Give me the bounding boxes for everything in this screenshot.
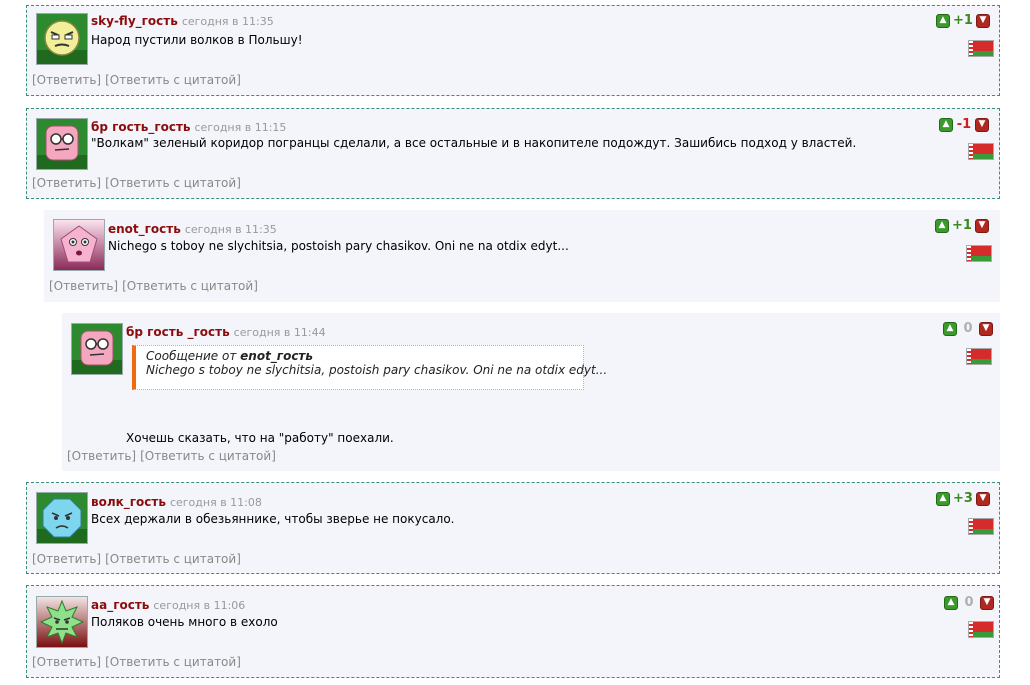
score: +1 [953,13,973,28]
comment: бр гость _гость сегодня в 11:44 Сообщение… [62,313,1000,471]
score: -1 [956,117,972,132]
belarus-flag-icon [968,143,994,160]
rating: ▲ 0 ▼ [943,321,993,336]
belarus-flag-icon [968,621,994,638]
author-name[interactable]: волк_гость [91,495,166,509]
rating: ▲ -1 ▼ [939,117,989,132]
comment: бр гость_гость сегодня в 11:15 "Волкам" з… [26,108,1000,199]
reply-quote-link[interactable]: [Ответить с цитатой] [140,449,276,463]
comment-text: Поляков очень много в ехоло [91,615,278,629]
comment: волк_гость сегодня в 11:08 Всех держали в… [26,482,1000,574]
reply-link[interactable]: [Ответить] [49,279,118,293]
reply-link[interactable]: [Ответить] [32,552,101,566]
avatar[interactable] [53,219,105,271]
score: +3 [953,491,973,506]
author-name[interactable]: sky-fly_гость [91,14,178,28]
belarus-flag-icon [968,518,994,535]
reply-quote-link[interactable]: [Ответить с цитатой] [105,552,241,566]
reply-link[interactable]: [Ответить] [32,73,101,87]
avatar[interactable] [36,118,88,170]
thumbs-up-icon[interactable]: ▲ [943,321,957,336]
comment: аа_гость сегодня в 11:06 Поляков очень мн… [26,585,1000,678]
thumbs-down-icon[interactable]: ▼ [979,321,993,336]
author-name[interactable]: enot_гость [108,222,181,236]
belarus-flag-icon [966,245,992,262]
timestamp: сегодня в 11:44 [233,326,326,339]
author-name[interactable]: бр гость _гость [126,325,230,339]
reply-quote-link[interactable]: [Ответить с цитатой] [105,176,241,190]
thumbs-down-icon[interactable]: ▼ [974,218,989,233]
timestamp: сегодня в 11:06 [153,599,246,612]
comment-text: Хочешь сказать, что на "работу" поехали. [126,431,394,445]
thumbs-down-icon[interactable]: ▼ [975,13,990,28]
score: 0 [963,321,973,336]
reply-link[interactable]: [Ответить] [67,449,136,463]
timestamp: сегодня в 11:35 [181,15,274,28]
thumbs-down-icon[interactable]: ▼ [975,117,989,132]
timestamp: сегодня в 11:35 [184,223,277,236]
rating: ▲ +1 ▼ [936,13,990,28]
avatar[interactable] [36,492,88,544]
belarus-flag-icon [968,40,994,57]
thumbs-down-icon[interactable]: ▼ [980,595,994,610]
comment-text: Народ пустили волков в Польшу! [91,33,303,47]
thumbs-up-icon[interactable]: ▲ [944,595,958,610]
thumbs-up-icon[interactable]: ▲ [936,491,950,506]
thumbs-up-icon[interactable]: ▲ [936,13,950,28]
avatar[interactable] [36,13,88,65]
rating: ▲ 0 ▼ [944,595,994,610]
comment-text: "Волкам" зеленый коридор погранцы сделал… [91,136,857,150]
quote-text: Nichego s toboy ne slychitsia, postoish … [146,363,608,377]
rating: ▲ +3 ▼ [936,491,990,506]
thumbs-up-icon[interactable]: ▲ [935,218,949,233]
quote-block: Сообщение от enot_гость Nichego s toboy … [132,345,608,390]
avatar[interactable] [36,596,88,648]
reply-link[interactable]: [Ответить] [32,655,101,669]
thumbs-up-icon[interactable]: ▲ [939,117,953,132]
comment: sky-fly_гость сегодня в 11:35 Народ пусти… [26,5,1000,96]
reply-quote-link[interactable]: [Ответить с цитатой] [122,279,258,293]
author-name[interactable]: аа_гость [91,598,149,612]
belarus-flag-icon [966,348,992,365]
comment: enot_гость сегодня в 11:35 Nichego s tobo… [44,210,1000,302]
comment-text: Всех держали в обезьяннике, чтобы зверье… [91,512,455,526]
timestamp: сегодня в 11:15 [194,121,287,134]
score: 0 [964,595,974,610]
rating: ▲ +1 ▼ [935,218,989,233]
thumbs-down-icon[interactable]: ▼ [975,491,990,506]
quote-prefix: Сообщение от [146,349,241,363]
reply-quote-link[interactable]: [Ответить с цитатой] [105,655,241,669]
reply-quote-link[interactable]: [Ответить с цитатой] [105,73,241,87]
timestamp: сегодня в 11:08 [169,496,262,509]
reply-link[interactable]: [Ответить] [32,176,101,190]
quote-author: enot_гость [240,349,313,363]
author-name[interactable]: бр гость_гость [91,120,191,134]
score: +1 [952,218,972,233]
comment-text: Nichego s toboy ne slychitsia, postoish … [108,239,569,253]
avatar[interactable] [71,323,123,375]
